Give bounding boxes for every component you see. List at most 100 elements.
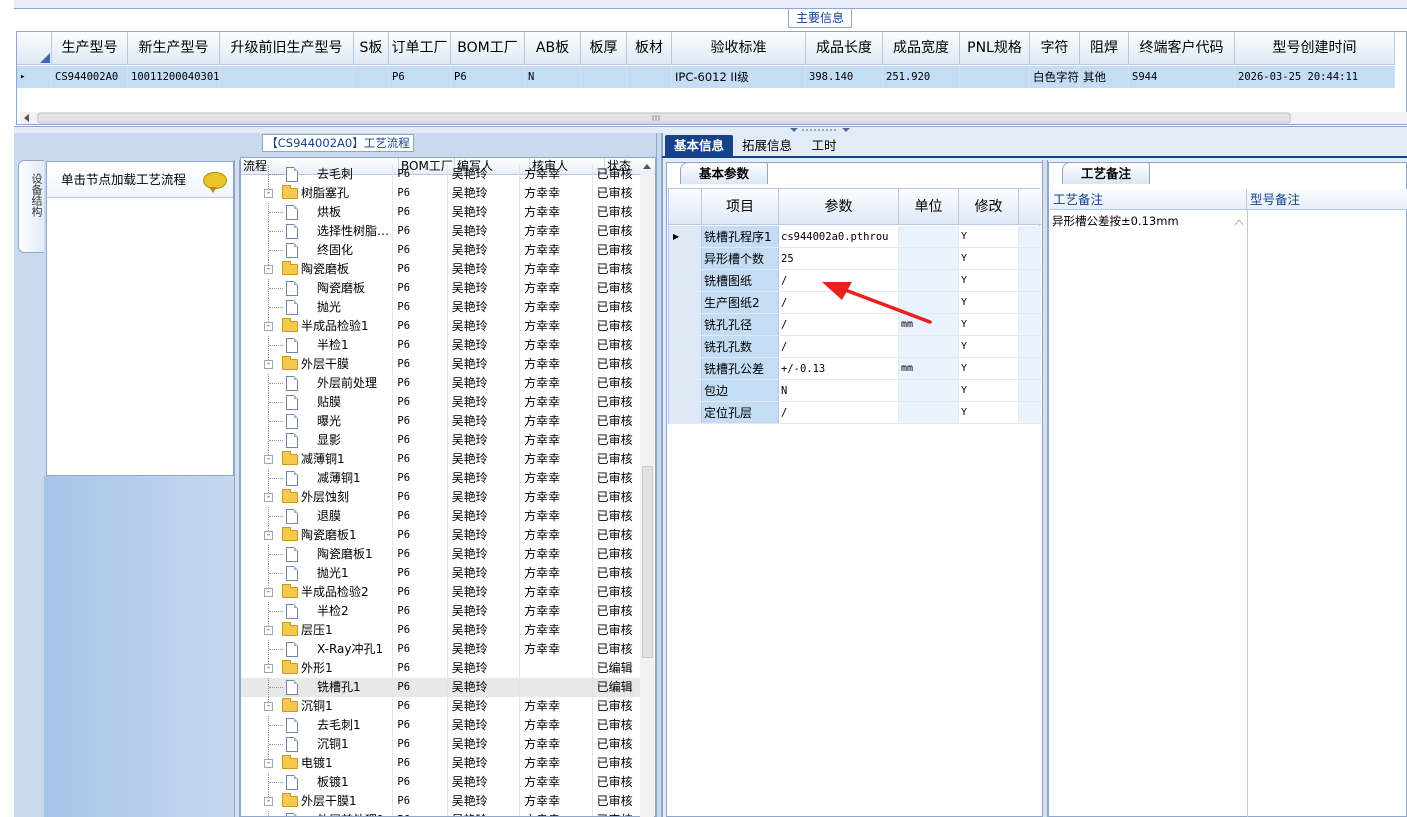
- tab-basic-info[interactable]: 基本信息: [665, 135, 733, 156]
- collapse-toggle-icon[interactable]: -: [264, 189, 273, 198]
- flow-tree-row[interactable]: 退膜 P6 吴艳玲 方幸幸 已审核: [241, 507, 641, 526]
- params-row[interactable]: 异形槽个数 25 Y: [669, 248, 1041, 270]
- flow-tree-row[interactable]: 板镀1 P6 吴艳玲 方幸幸 已审核: [241, 773, 641, 792]
- collapse-toggle-icon[interactable]: -: [264, 797, 273, 806]
- param-unit-cell[interactable]: mm: [899, 358, 959, 379]
- main-col-header-4[interactable]: 订单工厂: [389, 32, 451, 65]
- params-row[interactable]: 铣槽孔公差 +/-0.13 mm Y: [669, 358, 1041, 380]
- param-value-cell[interactable]: cs944002a0.pthrou: [779, 226, 899, 247]
- flow-tree-row[interactable]: 显影 P6 吴艳玲 方幸幸 已审核: [241, 431, 641, 450]
- main-cell-7[interactable]: [581, 66, 627, 88]
- main-cell-2[interactable]: [220, 66, 354, 88]
- main-col-header-10[interactable]: 成品长度: [806, 32, 883, 65]
- collapse-toggle-icon[interactable]: -: [264, 322, 273, 331]
- main-col-header-3[interactable]: S板: [354, 32, 389, 65]
- flow-tree-row[interactable]: 半检2 P6 吴艳玲 方幸幸 已审核: [241, 602, 641, 621]
- flow-tree-row[interactable]: 终固化 P6 吴艳玲 方幸幸 已审核: [241, 241, 641, 260]
- flow-tree-row[interactable]: - 电镀1 P6 吴艳玲 方幸幸 已审核: [241, 754, 641, 773]
- tree-vscroll-thumb[interactable]: [642, 466, 653, 658]
- param-modify-cell[interactable]: Y: [959, 358, 1019, 379]
- main-cell-9[interactable]: IPC-6012 II级: [672, 66, 806, 88]
- flow-tree-row[interactable]: X-Ray冲孔1 P6 吴艳玲 方幸幸 已审核: [241, 640, 641, 659]
- param-item-cell[interactable]: 生产图纸2: [702, 292, 779, 313]
- collapse-toggle-icon[interactable]: -: [264, 759, 273, 768]
- flow-tree-row[interactable]: 陶瓷磨板1 P6 吴艳玲 方幸幸 已审核: [241, 545, 641, 564]
- param-modify-cell[interactable]: Y: [959, 380, 1019, 401]
- col-header-model-remark[interactable]: 型号备注: [1247, 189, 1407, 209]
- main-col-header-9[interactable]: 验收标准: [672, 32, 806, 65]
- flow-tree-row[interactable]: 去毛刺1 P6 吴艳玲 方幸幸 已审核: [241, 716, 641, 735]
- main-cell-8[interactable]: [627, 66, 672, 88]
- vertical-tab-device-structure[interactable]: 设备结构: [18, 160, 44, 253]
- process-remark-text[interactable]: 异形槽公差按±0.13mm: [1052, 213, 1242, 229]
- param-value-cell[interactable]: +/-0.13: [779, 358, 899, 379]
- right-vertical-splitter[interactable]: [1042, 160, 1048, 817]
- main-cell-4[interactable]: P6: [389, 66, 451, 88]
- flow-tree-row[interactable]: - 外层蚀刻 P6 吴艳玲 方幸幸 已审核: [241, 488, 641, 507]
- flow-tree-row[interactable]: 抛光 P6 吴艳玲 方幸幸 已审核: [241, 298, 641, 317]
- collapse-toggle-icon[interactable]: -: [264, 455, 273, 464]
- main-col-header-0[interactable]: 生产型号: [52, 32, 128, 65]
- flow-tree-row[interactable]: - 树脂塞孔 P6 吴艳玲 方幸幸 已审核: [241, 184, 641, 203]
- panel-tab-process-remark[interactable]: 工艺备注: [1062, 162, 1150, 184]
- param-unit-cell[interactable]: [899, 226, 959, 247]
- param-value-cell[interactable]: /: [779, 336, 899, 357]
- param-modify-cell[interactable]: Y: [959, 226, 1019, 247]
- flow-tree-row[interactable]: 半检1 P6 吴艳玲 方幸幸 已审核: [241, 336, 641, 355]
- main-grid-hscrollbar[interactable]: [20, 112, 1407, 124]
- main-grid-row[interactable]: ▸ CS944002A0 10011200040301 P6 P6 N IPC-6012 I…: [17, 66, 1395, 88]
- collapse-toggle-icon[interactable]: -: [264, 664, 273, 673]
- tab-extended-info[interactable]: 拓展信息: [737, 135, 797, 156]
- flow-tree-row[interactable]: - 减薄铜1 P6 吴艳玲 方幸幸 已审核: [241, 450, 641, 469]
- main-cell-11[interactable]: 251.920: [883, 66, 960, 88]
- flow-tree-row[interactable]: 去毛刺 P6 吴艳玲 方幸幸 已审核: [241, 165, 641, 184]
- param-value-cell[interactable]: N: [779, 380, 899, 401]
- param-value-cell[interactable]: 25: [779, 248, 899, 269]
- flow-tree-row[interactable]: - 外形1 P6 吴艳玲 已编辑: [241, 659, 641, 678]
- main-col-header-7[interactable]: 板厚: [581, 32, 627, 65]
- params-row[interactable]: 定位孔层 / Y: [669, 402, 1041, 424]
- col-header-param[interactable]: 参数: [779, 189, 899, 224]
- main-cell-15[interactable]: S944: [1129, 66, 1235, 88]
- param-unit-cell[interactable]: [899, 336, 959, 357]
- flow-tree-row[interactable]: 减薄铜1 P6 吴艳玲 方幸幸 已审核: [241, 469, 641, 488]
- main-col-header-6[interactable]: AB板: [525, 32, 581, 65]
- flow-tree-row[interactable]: - 外层干膜1 P6 吴艳玲 方幸幸 已审核: [241, 792, 641, 811]
- param-modify-cell[interactable]: Y: [959, 402, 1019, 423]
- tab-work-hours[interactable]: 工时: [802, 135, 846, 156]
- param-modify-cell[interactable]: Y: [959, 248, 1019, 269]
- flow-tree-row[interactable]: - 外层干膜 P6 吴艳玲 方幸幸 已审核: [241, 355, 641, 374]
- param-modify-cell[interactable]: Y: [959, 336, 1019, 357]
- main-col-header-15[interactable]: 终端客户代码: [1129, 32, 1235, 65]
- param-modify-cell[interactable]: Y: [959, 270, 1019, 291]
- main-col-header-11[interactable]: 成品宽度: [883, 32, 960, 65]
- flow-tree-row[interactable]: 烘板 P6 吴艳玲 方幸幸 已审核: [241, 203, 641, 222]
- collapse-toggle-icon[interactable]: -: [264, 265, 273, 274]
- main-col-header-8[interactable]: 板材: [627, 32, 672, 65]
- scroll-up-icon[interactable]: [641, 160, 653, 172]
- main-cell-1[interactable]: 10011200040301: [128, 66, 220, 88]
- param-unit-cell[interactable]: [899, 402, 959, 423]
- param-item-cell[interactable]: 铣槽图纸: [702, 270, 779, 291]
- collapse-toggle-icon[interactable]: -: [264, 531, 273, 540]
- main-col-header-13[interactable]: 字符: [1030, 32, 1080, 65]
- panel-tab-basic-params[interactable]: 基本参数: [680, 162, 768, 184]
- flow-tree-row[interactable]: 铣槽孔1 P6 吴艳玲 已编辑: [241, 678, 641, 697]
- main-cell-0[interactable]: CS944002A0: [52, 66, 128, 88]
- speech-bubble-icon[interactable]: [203, 172, 227, 193]
- flow-tree-row[interactable]: 选择性树脂… P6 吴艳玲 方幸幸 已审核: [241, 222, 641, 241]
- main-cell-16[interactable]: 2026-03-25 20:44:11: [1235, 66, 1395, 88]
- flow-tree-row[interactable]: - 半成品检验1 P6 吴艳玲 方幸幸 已审核: [241, 317, 641, 336]
- main-col-header-5[interactable]: BOM工厂: [451, 32, 525, 65]
- col-header-item[interactable]: 项目: [702, 189, 779, 224]
- flow-tree-row[interactable]: - 半成品检验2 P6 吴艳玲 方幸幸 已审核: [241, 583, 641, 602]
- params-row[interactable]: 包边 N Y: [669, 380, 1041, 402]
- params-row[interactable]: ▶ 铣槽孔程序1 cs944002a0.pthrou Y: [669, 226, 1041, 248]
- flow-tree-row[interactable]: 沉铜1 P6 吴艳玲 方幸幸 已审核: [241, 735, 641, 754]
- collapse-toggle-icon[interactable]: -: [264, 360, 273, 369]
- param-modify-cell[interactable]: Y: [959, 314, 1019, 335]
- horizontal-splitter[interactable]: [14, 126, 1407, 133]
- collapse-toggle-icon[interactable]: -: [264, 588, 273, 597]
- flow-tree-row[interactable]: 陶瓷磨板 P6 吴艳玲 方幸幸 已审核: [241, 279, 641, 298]
- param-item-cell[interactable]: 定位孔层: [702, 402, 779, 423]
